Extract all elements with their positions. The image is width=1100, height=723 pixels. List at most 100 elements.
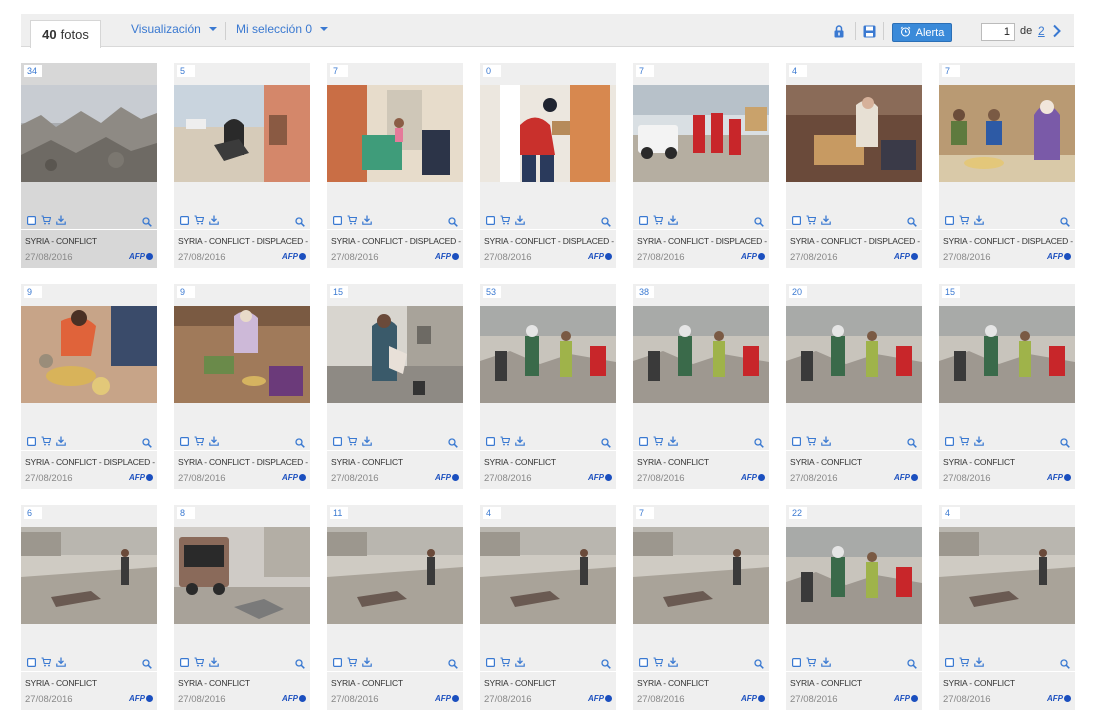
photo-thumbnail[interactable] — [786, 527, 922, 624]
page-total-link[interactable]: 2 — [1038, 24, 1045, 38]
zoom-icon[interactable] — [754, 656, 764, 669]
checkbox-icon[interactable] — [26, 436, 36, 446]
cart-icon[interactable] — [959, 215, 969, 225]
download-icon[interactable] — [515, 436, 525, 446]
photo-thumbnail[interactable] — [21, 306, 157, 403]
zoom-icon[interactable] — [448, 214, 458, 227]
checkbox-icon[interactable] — [26, 657, 36, 667]
download-icon[interactable] — [821, 436, 831, 446]
zoom-icon[interactable] — [907, 656, 917, 669]
download-icon[interactable] — [974, 215, 984, 225]
cart-icon[interactable] — [806, 215, 816, 225]
selection-menu[interactable]: Mi selección 0 — [236, 22, 329, 36]
zoom-icon[interactable] — [142, 656, 152, 669]
photo-card[interactable]: 6 SYRIA - CONFLICT 27/08/2016 AFP — [21, 505, 157, 710]
photo-card[interactable]: 0 SYRIA - CONFLICT - DISPLACED - 27/08/2… — [480, 63, 616, 268]
save-icon[interactable] — [861, 23, 877, 39]
photo-card[interactable]: 15 SYRIA - CONFLICT 27/08/2016 AFP — [327, 284, 463, 489]
download-icon[interactable] — [515, 215, 525, 225]
page-number-input[interactable] — [981, 23, 1015, 41]
cart-icon[interactable] — [194, 436, 204, 446]
checkbox-icon[interactable] — [332, 657, 342, 667]
download-icon[interactable] — [362, 215, 372, 225]
cart-icon[interactable] — [347, 215, 357, 225]
photo-thumbnail[interactable] — [939, 527, 1075, 624]
photo-thumbnail[interactable] — [21, 527, 157, 624]
zoom-icon[interactable] — [295, 435, 305, 448]
photo-card[interactable]: 7 SYRIA - CONFLICT 27/08/2016 AFP — [633, 505, 769, 710]
download-icon[interactable] — [56, 657, 66, 667]
cart-icon[interactable] — [959, 436, 969, 446]
photo-thumbnail[interactable] — [327, 85, 463, 182]
download-icon[interactable] — [56, 215, 66, 225]
zoom-icon[interactable] — [601, 214, 611, 227]
cart-icon[interactable] — [500, 657, 510, 667]
zoom-icon[interactable] — [448, 435, 458, 448]
checkbox-icon[interactable] — [944, 436, 954, 446]
download-icon[interactable] — [668, 436, 678, 446]
checkbox-icon[interactable] — [332, 436, 342, 446]
photo-thumbnail[interactable] — [174, 85, 310, 182]
photo-thumbnail[interactable] — [327, 306, 463, 403]
photo-thumbnail[interactable] — [786, 306, 922, 403]
photo-card[interactable]: 9 SYRIA - CONFLICT - DISPLACED - 27/08/2… — [174, 284, 310, 489]
checkbox-icon[interactable] — [791, 215, 801, 225]
checkbox-icon[interactable] — [638, 657, 648, 667]
zoom-icon[interactable] — [142, 214, 152, 227]
cart-icon[interactable] — [653, 436, 663, 446]
zoom-icon[interactable] — [448, 656, 458, 669]
cart-icon[interactable] — [347, 657, 357, 667]
photo-thumbnail[interactable] — [633, 85, 769, 182]
photo-card[interactable]: 9 SYRIA - CONFLICT - DISPLACED - 27/08/2… — [21, 284, 157, 489]
photo-card[interactable]: 20 SYRIA - CONFLICT 27/08/2016 AFP — [786, 284, 922, 489]
zoom-icon[interactable] — [1060, 435, 1070, 448]
photo-card[interactable]: 22 SYRIA - CONFLICT 27/08/2016 AFP — [786, 505, 922, 710]
zoom-icon[interactable] — [295, 656, 305, 669]
photo-thumbnail[interactable] — [480, 527, 616, 624]
download-icon[interactable] — [209, 215, 219, 225]
cart-icon[interactable] — [806, 657, 816, 667]
lock-icon[interactable] — [831, 23, 847, 39]
photo-thumbnail[interactable] — [939, 85, 1075, 182]
view-menu[interactable]: Visualización — [131, 22, 217, 36]
cart-icon[interactable] — [500, 215, 510, 225]
zoom-icon[interactable] — [754, 214, 764, 227]
download-icon[interactable] — [974, 657, 984, 667]
zoom-icon[interactable] — [907, 435, 917, 448]
photo-card[interactable]: 15 SYRIA - CONFLICT 27/08/2016 AFP — [939, 284, 1075, 489]
checkbox-icon[interactable] — [485, 436, 495, 446]
cart-icon[interactable] — [653, 657, 663, 667]
download-icon[interactable] — [362, 436, 372, 446]
checkbox-icon[interactable] — [179, 657, 189, 667]
photo-thumbnail[interactable] — [786, 85, 922, 182]
photo-card[interactable]: 4 SYRIA - CONFLICT 27/08/2016 AFP — [939, 505, 1075, 710]
photo-card[interactable]: 11 SYRIA - CONFLICT 27/08/2016 AFP — [327, 505, 463, 710]
download-icon[interactable] — [56, 436, 66, 446]
cart-icon[interactable] — [194, 657, 204, 667]
checkbox-icon[interactable] — [944, 657, 954, 667]
checkbox-icon[interactable] — [485, 657, 495, 667]
photo-card[interactable]: 7 SYRIA - CONFLICT - DISPLACED - 27/08/2… — [939, 63, 1075, 268]
zoom-icon[interactable] — [1060, 214, 1070, 227]
cart-icon[interactable] — [41, 657, 51, 667]
checkbox-icon[interactable] — [26, 215, 36, 225]
download-icon[interactable] — [362, 657, 372, 667]
cart-icon[interactable] — [653, 215, 663, 225]
photo-card[interactable]: 34 SYRIA - CONFLICT 27/08/2016 AFP — [21, 63, 157, 268]
checkbox-icon[interactable] — [485, 215, 495, 225]
checkbox-icon[interactable] — [332, 215, 342, 225]
chevron-right-icon[interactable] — [1052, 24, 1064, 38]
download-icon[interactable] — [821, 657, 831, 667]
zoom-icon[interactable] — [1060, 656, 1070, 669]
download-icon[interactable] — [821, 215, 831, 225]
alert-button[interactable]: Alerta — [892, 23, 952, 42]
checkbox-icon[interactable] — [791, 657, 801, 667]
checkbox-icon[interactable] — [179, 436, 189, 446]
photo-count-tab[interactable]: 40 fotos — [30, 20, 101, 48]
download-icon[interactable] — [974, 436, 984, 446]
photo-card[interactable]: 5 SYRIA - CONFLICT - DISPLACED - 27/08/2… — [174, 63, 310, 268]
download-icon[interactable] — [668, 215, 678, 225]
photo-thumbnail[interactable] — [480, 85, 616, 182]
photo-card[interactable]: 53 SYRIA - CONFLICT 27/08/2016 AFP — [480, 284, 616, 489]
download-icon[interactable] — [209, 436, 219, 446]
